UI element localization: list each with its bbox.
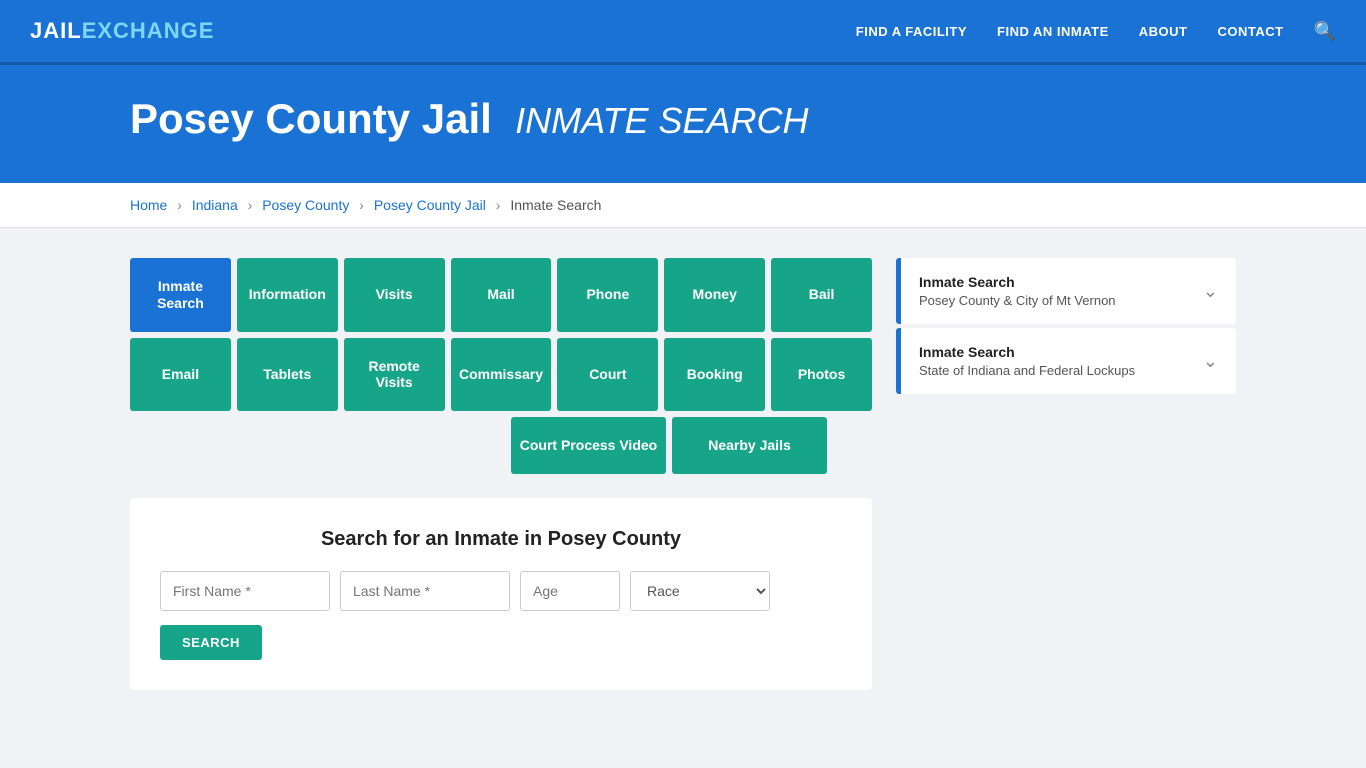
search-icon[interactable]: 🔍 xyxy=(1314,21,1336,42)
sidebar-item-indiana-federal: Inmate Search State of Indiana and Feder… xyxy=(896,328,1236,394)
tab-photos[interactable]: Photos xyxy=(771,338,872,412)
first-name-input[interactable] xyxy=(160,571,330,611)
nav-find-facility[interactable]: FIND A FACILITY xyxy=(856,24,967,39)
breadcrumb-sep-3: › xyxy=(359,197,364,213)
breadcrumb-sep-1: › xyxy=(177,197,182,213)
nav-find-inmate[interactable]: FIND AN INMATE xyxy=(997,24,1109,39)
logo-link[interactable]: JAIL EXCHANGE xyxy=(30,18,214,44)
content-left: Inmate Search Information Visits Mail Ph… xyxy=(130,258,872,710)
main-content: Inmate Search Information Visits Mail Ph… xyxy=(0,228,1366,740)
search-fields: Race White Black Hispanic Asian Other xyxy=(160,571,842,611)
sidebar-item-posey-text: Inmate Search Posey County & City of Mt … xyxy=(919,274,1116,308)
sidebar-item-posey-header[interactable]: Inmate Search Posey County & City of Mt … xyxy=(896,258,1236,324)
tab-nearby-jails[interactable]: Nearby Jails xyxy=(672,417,827,474)
chevron-down-icon: ⌄ xyxy=(1203,281,1218,302)
tab-commissary[interactable]: Commissary xyxy=(451,338,552,412)
tab-visits[interactable]: Visits xyxy=(344,258,445,332)
tab-court[interactable]: Court xyxy=(557,338,658,412)
tab-email[interactable]: Email xyxy=(130,338,231,412)
tab-inmate-search[interactable]: Inmate Search xyxy=(130,258,231,332)
logo-jail: JAIL xyxy=(30,18,82,44)
tab-court-process-video[interactable]: Court Process Video xyxy=(511,417,666,474)
chevron-down-icon-2: ⌄ xyxy=(1203,351,1218,372)
tab-bail[interactable]: Bail xyxy=(771,258,872,332)
breadcrumb-sep-4: › xyxy=(496,197,501,213)
tab-row-3: Court Process Video Nearby Jails xyxy=(130,417,872,474)
tab-remote-visits[interactable]: Remote Visits xyxy=(344,338,445,412)
tab-booking[interactable]: Booking xyxy=(664,338,765,412)
tab-money[interactable]: Money xyxy=(664,258,765,332)
sidebar-item-indiana-subtitle: State of Indiana and Federal Lockups xyxy=(919,363,1135,378)
tab-row-2: Email Tablets Remote Visits Commissary C… xyxy=(130,338,872,412)
sidebar-item-posey-county: Inmate Search Posey County & City of Mt … xyxy=(896,258,1236,324)
search-button[interactable]: SEARCH xyxy=(160,625,262,660)
search-box: Search for an Inmate in Posey County Rac… xyxy=(130,498,872,690)
nav-about[interactable]: ABOUT xyxy=(1139,24,1188,39)
age-input[interactable] xyxy=(520,571,620,611)
breadcrumb-sep-2: › xyxy=(248,197,253,213)
sidebar-item-indiana-title: Inmate Search xyxy=(919,344,1135,360)
nav-contact[interactable]: CONTACT xyxy=(1217,24,1283,39)
race-select[interactable]: Race White Black Hispanic Asian Other xyxy=(630,571,770,611)
sidebar: Inmate Search Posey County & City of Mt … xyxy=(896,258,1236,398)
tab-phone[interactable]: Phone xyxy=(557,258,658,332)
breadcrumb-indiana[interactable]: Indiana xyxy=(192,197,238,213)
last-name-input[interactable] xyxy=(340,571,510,611)
breadcrumb-home[interactable]: Home xyxy=(130,197,167,213)
hero-section: Posey County Jail INMATE SEARCH xyxy=(0,65,1366,183)
nav-links: FIND A FACILITY FIND AN INMATE ABOUT CON… xyxy=(856,21,1336,42)
breadcrumb-posey-county-jail[interactable]: Posey County Jail xyxy=(374,197,486,213)
tab-tablets[interactable]: Tablets xyxy=(237,338,338,412)
tab-row-1: Inmate Search Information Visits Mail Ph… xyxy=(130,258,872,332)
tab-mail[interactable]: Mail xyxy=(451,258,552,332)
sidebar-item-posey-subtitle: Posey County & City of Mt Vernon xyxy=(919,293,1116,308)
sidebar-item-posey-title: Inmate Search xyxy=(919,274,1116,290)
sidebar-item-indiana-text: Inmate Search State of Indiana and Feder… xyxy=(919,344,1135,378)
navbar: JAIL EXCHANGE FIND A FACILITY FIND AN IN… xyxy=(0,0,1366,65)
logo-exchange: EXCHANGE xyxy=(82,18,215,44)
tab-information[interactable]: Information xyxy=(237,258,338,332)
breadcrumb: Home › Indiana › Posey County › Posey Co… xyxy=(0,183,1366,228)
search-title: Search for an Inmate in Posey County xyxy=(160,528,842,551)
page-title: Posey County Jail INMATE SEARCH xyxy=(130,95,1336,143)
breadcrumb-posey-county[interactable]: Posey County xyxy=(262,197,349,213)
breadcrumb-current: Inmate Search xyxy=(510,197,601,213)
sidebar-item-indiana-header[interactable]: Inmate Search State of Indiana and Feder… xyxy=(896,328,1236,394)
